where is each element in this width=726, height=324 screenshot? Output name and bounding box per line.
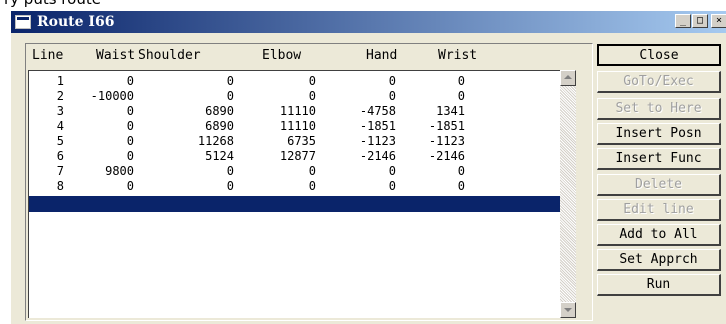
table-row[interactable]: 5 0 11268 6735 -1123 -1123: [29, 134, 560, 149]
cell-line: 8: [56, 179, 64, 193]
minimize-button[interactable]: _: [675, 14, 691, 28]
cell-elbow: 0: [308, 89, 316, 103]
cell-shoulder: 0: [226, 74, 234, 88]
table-row[interactable]: 8 0 0 0 0 0: [29, 179, 560, 194]
column-header-wrist: Wrist: [438, 48, 478, 63]
scroll-down-arrow-icon[interactable]: [560, 302, 576, 318]
close-window-button[interactable]: ×: [711, 14, 726, 28]
cell-hand: 0: [388, 74, 396, 88]
insert-func-button[interactable]: Insert Func: [597, 148, 721, 170]
table-row[interactable]: 2 -10000 0 0 0 0: [29, 89, 560, 104]
selected-empty-row[interactable]: [29, 196, 560, 212]
cell-wrist: 0: [457, 179, 465, 193]
cell-elbow: 11110: [279, 104, 316, 118]
cell-line: 6: [56, 149, 64, 163]
column-headers: Line Waist Shoulder Elbow Hand Wrist: [26, 44, 592, 68]
vertical-scrollbar[interactable]: [560, 70, 576, 318]
cell-hand: -2146: [359, 149, 396, 163]
cell-waist: 0: [126, 134, 134, 148]
cell-wrist: -2146: [428, 149, 465, 163]
cell-elbow: 0: [308, 74, 316, 88]
column-header-line: Line: [32, 48, 64, 63]
cell-waist: 9800: [105, 164, 134, 178]
window-icon: [15, 15, 31, 29]
cell-waist: 0: [126, 74, 134, 88]
cell-waist: 0: [126, 119, 134, 133]
edit-line-button[interactable]: Edit line: [597, 199, 721, 221]
route-points-list[interactable]: 1 0 0 0 0 0 2 -10000 0 0 0 0 3 0 6890 11110 -4758 1341 4 0 6…: [28, 70, 560, 318]
cell-wrist: -1123: [428, 134, 465, 148]
cell-wrist: 0: [457, 89, 465, 103]
cell-shoulder: 0: [226, 179, 234, 193]
cell-elbow: 6735: [287, 134, 316, 148]
window-title: Route I66: [37, 14, 115, 30]
cell-waist: 0: [126, 179, 134, 193]
cell-elbow: 0: [308, 179, 316, 193]
table-row[interactable]: 7 9800 0 0 0 0: [29, 164, 560, 179]
title-bar[interactable]: Route I66 _ □ ×: [11, 11, 726, 33]
cell-hand: 0: [388, 164, 396, 178]
cell-line: 5: [56, 134, 64, 148]
cell-line: 2: [56, 89, 64, 103]
cell-waist: 0: [126, 104, 134, 118]
cell-elbow: 11110: [279, 119, 316, 133]
route-list-panel: Line Waist Shoulder Elbow Hand Wrist 100…: [25, 43, 593, 321]
cell-wrist: -1851: [428, 119, 465, 133]
cell-hand: -4758: [359, 104, 396, 118]
insert-posn-button[interactable]: Insert Posn: [597, 123, 721, 145]
cell-hand: -1123: [359, 134, 396, 148]
scroll-up-arrow-icon[interactable]: [560, 70, 576, 86]
column-header-elbow: Elbow: [262, 48, 302, 63]
cell-wrist: 0: [457, 164, 465, 178]
cell-hand: 0: [388, 89, 396, 103]
column-header-hand: Hand: [366, 48, 398, 63]
delete-button[interactable]: Delete: [597, 174, 721, 196]
cell-waist: 0: [126, 149, 134, 163]
cell-elbow: 12877: [279, 149, 316, 163]
table-row[interactable]: 3 0 6890 11110 -4758 1341: [29, 104, 560, 119]
table-row[interactable]: 6 0 5124 12877 -2146 -2146: [29, 149, 560, 164]
cell-waist: -10000: [90, 89, 134, 103]
cell-line: 3: [56, 104, 64, 118]
cell-wrist: 0: [457, 74, 465, 88]
table-row[interactable]: 1 0 0 0 0 0: [29, 74, 560, 89]
cell-shoulder: 0: [226, 89, 234, 103]
close-button[interactable]: Close: [597, 44, 721, 66]
background-window-text: ry puts route: [4, 0, 101, 8]
table-row[interactable]: 4 0 6890 11110 -1851 -1851: [29, 119, 560, 134]
cell-line: 1: [56, 74, 64, 88]
add-to-all-button[interactable]: Add to All: [597, 224, 721, 246]
route-dialog: Route I66 _ □ × Line Waist Shoulder Elbo…: [10, 10, 726, 324]
run-button[interactable]: Run: [597, 274, 721, 296]
cell-line: 4: [56, 119, 64, 133]
cell-line: 7: [56, 164, 64, 178]
set-apprch-button[interactable]: Set Apprch: [597, 249, 721, 271]
cell-hand: -1851: [359, 119, 396, 133]
cell-shoulder: 5124: [205, 149, 234, 163]
cell-wrist: 1341: [436, 104, 465, 118]
cell-shoulder: 11268: [197, 134, 234, 148]
cell-hand: 0: [388, 179, 396, 193]
cell-shoulder: 6890: [205, 104, 234, 118]
cell-shoulder: 0: [226, 164, 234, 178]
goto-exec-button[interactable]: GoTo/Exec: [597, 71, 721, 93]
cell-shoulder: 6890: [205, 119, 234, 133]
column-header-shoulder: Shoulder: [138, 48, 201, 63]
cell-elbow: 0: [308, 164, 316, 178]
set-to-here-button[interactable]: Set to Here: [597, 98, 721, 120]
maximize-button[interactable]: □: [692, 14, 708, 28]
column-header-waist: Waist: [96, 48, 136, 63]
